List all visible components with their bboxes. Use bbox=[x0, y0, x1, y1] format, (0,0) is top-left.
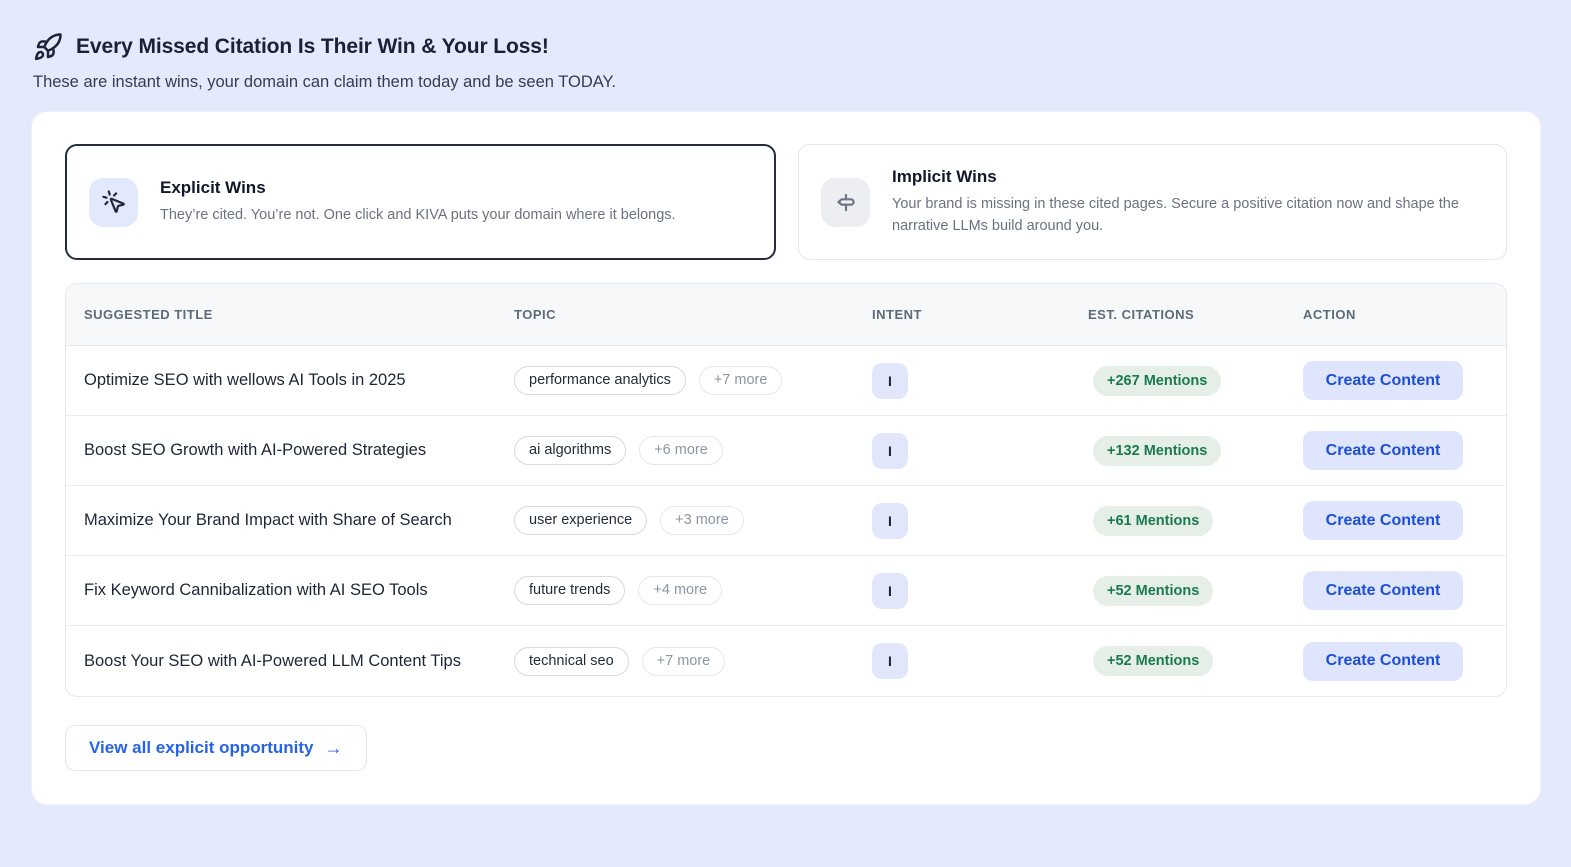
wins-tabs: Explicit Wins They’re cited. You’re not.… bbox=[65, 144, 1507, 260]
intent-badge: I bbox=[872, 572, 908, 609]
mentions-badge: +132 Mentions bbox=[1093, 435, 1222, 466]
intent-badge: I bbox=[872, 502, 908, 539]
intent-badge: I bbox=[872, 432, 908, 469]
opportunities-panel: Explicit Wins They’re cited. You’re not.… bbox=[31, 111, 1541, 805]
topic-more-pill[interactable]: +3 more bbox=[660, 506, 744, 535]
topic-pill: user experience bbox=[514, 506, 648, 535]
table-header-row: SUGGESTED TITLE TOPIC INTENT EST. CITATI… bbox=[66, 284, 1506, 346]
page-subtitle: These are instant wins, your domain can … bbox=[33, 73, 617, 91]
topic-more-pill[interactable]: +6 more bbox=[639, 436, 723, 465]
explicit-wins-description: They’re cited. You’re not. One click and… bbox=[160, 206, 676, 223]
table-row: Maximize Your Brand Impact with Share of… bbox=[66, 486, 1506, 556]
page-header: Every Missed Citation Is Their Win & You… bbox=[0, 0, 1571, 92]
page-title: Every Missed Citation Is Their Win & You… bbox=[76, 35, 549, 58]
mentions-badge: +267 Mentions bbox=[1093, 365, 1222, 396]
create-content-button[interactable]: Create Content bbox=[1303, 501, 1463, 540]
mentions-badge: +52 Mentions bbox=[1093, 575, 1214, 606]
view-all-explicit-opportunity-button[interactable]: View all explicit opportunity → bbox=[65, 725, 367, 771]
mentions-badge: +61 Mentions bbox=[1093, 505, 1214, 536]
suggested-title: Boost Your SEO with AI-Powered LLM Conte… bbox=[84, 651, 461, 670]
view-all-label: View all explicit opportunity bbox=[89, 738, 314, 757]
create-content-button[interactable]: Create Content bbox=[1303, 641, 1463, 681]
table-row: Boost Your SEO with AI-Powered LLM Conte… bbox=[66, 626, 1506, 696]
topic-more-pill[interactable]: +7 more bbox=[641, 646, 726, 676]
arrow-right-icon: → bbox=[324, 737, 343, 758]
topic-more-pill[interactable]: +4 more bbox=[638, 576, 723, 605]
topic-pill: technical seo bbox=[514, 646, 629, 676]
implicit-wins-card[interactable]: Implicit Wins Your brand is missing in t… bbox=[798, 144, 1507, 260]
create-content-button[interactable]: Create Content bbox=[1303, 431, 1463, 470]
column-header-est-citations: EST. CITATIONS bbox=[1088, 307, 1195, 322]
column-header-intent: INTENT bbox=[872, 307, 922, 322]
table-row: Fix Keyword Cannibalization with AI SEO … bbox=[66, 556, 1506, 626]
suggested-title: Fix Keyword Cannibalization with AI SEO … bbox=[84, 581, 428, 600]
suggested-title: Maximize Your Brand Impact with Share of… bbox=[84, 511, 452, 530]
create-content-button[interactable]: Create Content bbox=[1303, 571, 1463, 610]
intent-badge: I bbox=[872, 362, 908, 399]
column-header-suggested-title: SUGGESTED TITLE bbox=[84, 307, 213, 322]
opportunities-table: SUGGESTED TITLE TOPIC INTENT EST. CITATI… bbox=[65, 283, 1507, 697]
topic-pill: future trends bbox=[514, 576, 626, 605]
implicit-wins-description: Your brand is missing in these cited pag… bbox=[892, 195, 1459, 234]
topic-pill: ai algorithms bbox=[514, 436, 627, 465]
suggested-title: Boost SEO Growth with AI-Powered Strateg… bbox=[84, 441, 427, 460]
explicit-wins-title: Explicit Wins bbox=[160, 177, 266, 197]
suggested-title: Optimize SEO with wellows AI Tools in 20… bbox=[84, 371, 406, 390]
topic-more-pill[interactable]: +7 more bbox=[698, 366, 783, 395]
mentions-badge: +52 Mentions bbox=[1093, 646, 1214, 676]
create-content-button[interactable]: Create Content bbox=[1303, 361, 1463, 400]
cursor-click-icon bbox=[89, 177, 138, 227]
intent-badge: I bbox=[872, 643, 908, 679]
implicit-wins-title: Implicit Wins bbox=[892, 166, 997, 186]
column-header-action: ACTION bbox=[1303, 307, 1356, 322]
rocket-icon bbox=[33, 32, 63, 62]
signpost-icon bbox=[821, 177, 870, 227]
table-row: Optimize SEO with wellows AI Tools in 20… bbox=[66, 346, 1506, 416]
topic-pill: performance analytics bbox=[514, 366, 686, 395]
column-header-topic: TOPIC bbox=[514, 307, 556, 322]
table-row: Boost SEO Growth with AI-Powered Strateg… bbox=[66, 416, 1506, 486]
explicit-wins-card[interactable]: Explicit Wins They’re cited. You’re not.… bbox=[65, 144, 776, 260]
